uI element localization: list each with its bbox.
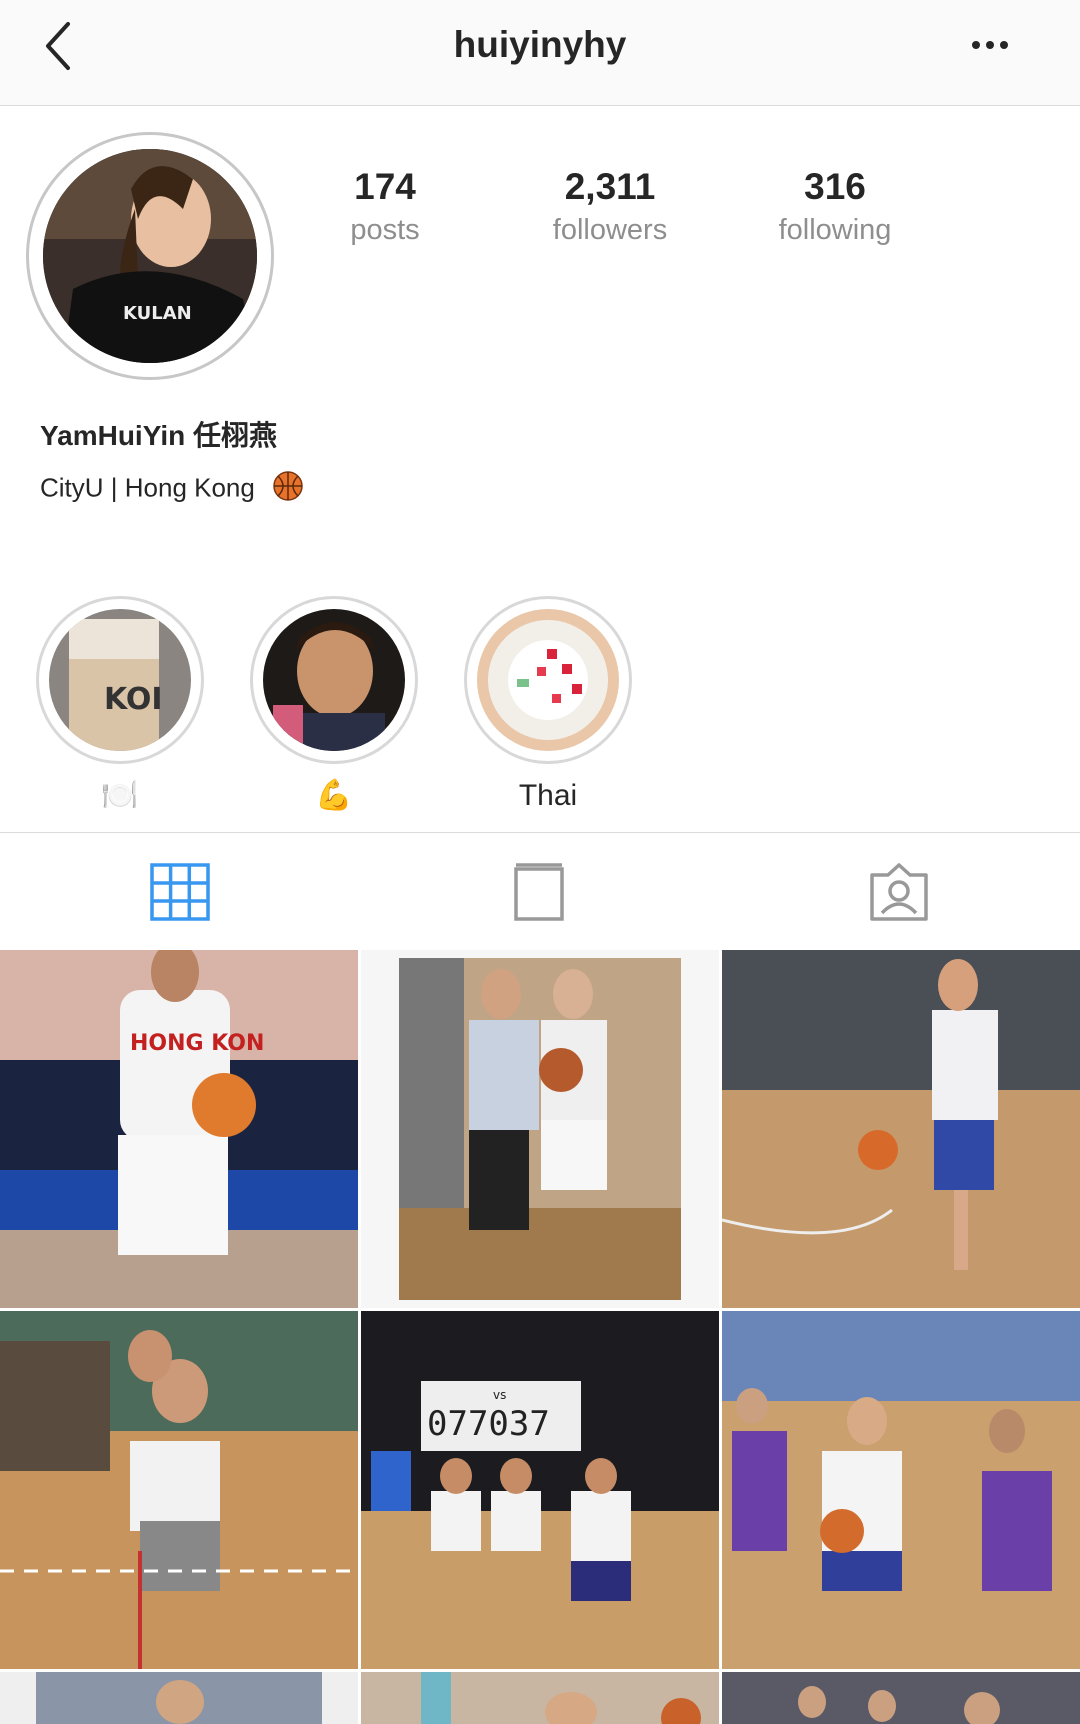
post-thumbnail[interactable] [361, 1672, 719, 1724]
profile-username: huiyinyhy [453, 24, 627, 65]
highlight-label-thai: Thai [518, 779, 578, 812]
post-thumbnail[interactable] [0, 1672, 358, 1724]
highlight-cover [263, 609, 405, 751]
followers-value: 2,311 [564, 166, 656, 207]
highlight-ring [464, 596, 632, 764]
ellipsis-icon[interactable] [960, 30, 1020, 60]
flexed-bicep-icon: 💪 [315, 779, 353, 812]
grid-icon[interactable] [150, 861, 210, 923]
basketball-icon [272, 470, 304, 509]
following-label: following [778, 214, 892, 246]
svg-text:KOI: KOI [104, 682, 163, 717]
post-thumbnail[interactable] [0, 1311, 358, 1669]
highlight-plate[interactable]: KOI 🍽️ [36, 596, 204, 814]
profile-bio: CityU | Hong Kong [40, 470, 304, 509]
svg-text:KULAN: KULAN [123, 303, 192, 324]
tagged-icon[interactable] [868, 861, 928, 923]
list-icon[interactable] [510, 861, 570, 923]
plate-icon: 🍽️ [101, 779, 139, 812]
bio-text: CityU | Hong Kong [40, 472, 255, 503]
avatar-image: KULAN [43, 149, 257, 363]
post-thumbnail[interactable]: HONG KON [0, 950, 358, 1308]
post-thumbnail[interactable] [361, 950, 719, 1308]
posts-label: posts [350, 214, 420, 246]
following-count[interactable]: 316 following [710, 166, 960, 247]
highlight-cover [477, 609, 619, 751]
highlight-thai[interactable]: Thai [464, 596, 632, 814]
profile-tabs [0, 832, 1080, 950]
highlight-ring [250, 596, 418, 764]
followers-label: followers [552, 214, 668, 246]
posts-value: 174 [354, 166, 416, 207]
svg-text:077037: 077037 [427, 1404, 550, 1444]
svg-text:vs: vs [493, 1388, 506, 1402]
top-nav-bar: huiyinyhy [0, 0, 1080, 106]
profile-stats: 174 posts 2,311 followers 316 following [300, 166, 1080, 256]
profile-display-name: YamHuiYin 任栩燕 [40, 420, 278, 451]
post-thumbnail[interactable]: 077037 vs [361, 1311, 719, 1669]
highlight-bicep[interactable]: 💪 [250, 596, 418, 814]
post-thumbnail[interactable] [722, 1672, 1080, 1724]
highlight-cover: KOI [49, 609, 191, 751]
followers-count[interactable]: 2,311 followers [485, 166, 735, 247]
highlight-ring: KOI [36, 596, 204, 764]
post-thumbnail[interactable] [722, 950, 1080, 1308]
post-grid: HONG KON 077037 vs [0, 950, 1080, 1724]
post-thumbnail[interactable] [722, 1311, 1080, 1669]
following-value: 316 [804, 166, 866, 207]
posts-count[interactable]: 174 posts [260, 166, 510, 247]
svg-text:HONG KON: HONG KON [130, 1031, 264, 1056]
profile-avatar[interactable]: KULAN [26, 132, 274, 380]
